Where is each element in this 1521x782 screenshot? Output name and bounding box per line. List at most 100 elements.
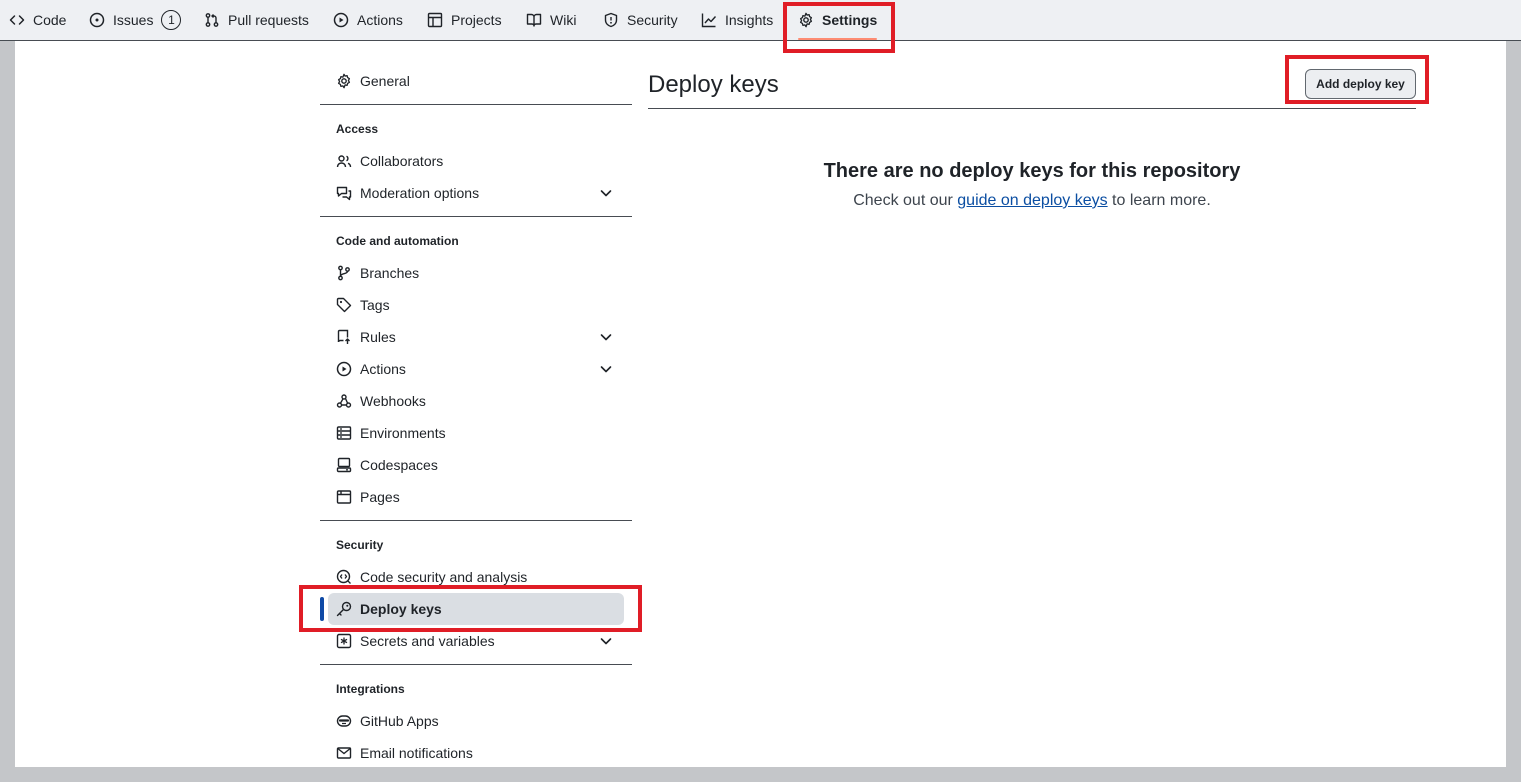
sidebar-item-code-security[interactable]: Code security and analysis — [328, 561, 624, 593]
sidebar-item-deploy-keys[interactable]: Deploy keys — [328, 593, 624, 625]
webhook-icon — [336, 394, 352, 408]
page-title: Deploy keys — [648, 71, 779, 98]
chevron-down-icon — [600, 638, 612, 645]
issue-opened-icon — [89, 12, 105, 28]
sidebar-divider — [320, 664, 632, 665]
deploy-keys-guide-link[interactable]: guide on deploy keys — [957, 192, 1107, 209]
browser-icon — [336, 490, 352, 504]
sidebar-item-label: Codespaces — [360, 457, 438, 473]
title-divider — [648, 108, 1416, 109]
sidebar-item-github-apps[interactable]: GitHub Apps — [328, 705, 624, 737]
sidebar-item-environments[interactable]: Environments — [328, 417, 624, 449]
tab-label: Security — [627, 12, 678, 28]
sidebar-heading-code-automation: Code and automation — [336, 234, 459, 248]
tab-label: Wiki — [550, 12, 577, 28]
key-icon — [336, 601, 352, 617]
tab-security[interactable]: Security — [603, 0, 678, 40]
tab-wiki[interactable]: Wiki — [526, 0, 576, 40]
tab-projects[interactable]: Projects — [427, 0, 502, 40]
git-branch-icon — [338, 265, 350, 281]
sidebar-item-label: Deploy keys — [360, 601, 442, 617]
sidebar-item-label: Moderation options — [360, 185, 480, 201]
code-icon — [9, 15, 25, 25]
tab-label: Projects — [451, 12, 502, 28]
blankslate-text: Check out our guide on deploy keys to le… — [648, 192, 1416, 210]
codespaces-icon — [336, 457, 352, 473]
book-icon — [526, 13, 542, 27]
sidebar-item-tags[interactable]: Tags — [328, 289, 624, 321]
sidebar-divider — [320, 216, 632, 217]
gear-icon — [337, 73, 351, 89]
sidebar-item-label: Environments — [360, 425, 446, 441]
sidebar-item-label: Collaborators — [360, 153, 444, 169]
sidebar-item-moderation-options[interactable]: Moderation options — [328, 177, 624, 209]
sidebar-item-webhooks[interactable]: Webhooks — [328, 385, 624, 417]
blankslate: There are no deploy keys for this reposi… — [648, 160, 1416, 210]
tab-label: Settings — [822, 12, 878, 28]
sidebar-item-email-notifications[interactable]: Email notifications — [328, 737, 624, 769]
gear-icon — [799, 12, 813, 28]
sidebar-item-label: Actions — [360, 361, 406, 377]
tab-label: Actions — [357, 12, 403, 28]
blankslate-text-before: Check out our — [853, 192, 958, 209]
table-icon — [427, 12, 443, 28]
sidebar-divider — [320, 520, 632, 521]
hubot-icon — [336, 715, 352, 727]
sidebar-item-rules[interactable]: Rules — [328, 321, 624, 353]
play-icon — [336, 361, 352, 377]
active-tab-underline — [798, 38, 878, 40]
sidebar-item-label: Email notifications — [360, 745, 473, 761]
tab-code[interactable]: Code — [9, 0, 66, 40]
graph-icon — [701, 13, 717, 28]
tab-settings[interactable]: Settings — [798, 0, 878, 40]
tab-issues[interactable]: Issues 1 — [89, 0, 182, 40]
sidebar-heading-security: Security — [336, 538, 384, 552]
sidebar-item-codespaces[interactable]: Codespaces — [328, 449, 624, 481]
sidebar-item-label: Code security and analysis — [360, 569, 528, 585]
sidebar-item-label: General — [360, 73, 410, 89]
sidebar-item-branches[interactable]: Branches — [328, 257, 624, 289]
page-frame — [15, 0, 1506, 767]
chevron-down-icon — [600, 190, 612, 197]
codescan-icon — [336, 569, 351, 584]
tab-pull-requests[interactable]: Pull requests — [204, 0, 309, 40]
sidebar-item-collaborators[interactable]: Collaborators — [328, 145, 624, 177]
issues-counter: 1 — [161, 10, 182, 30]
server-icon — [336, 426, 352, 440]
sidebar-item-label: Secrets and variables — [360, 633, 495, 649]
sidebar-item-secrets-variables[interactable]: Secrets and variables — [328, 625, 624, 657]
sidebar-heading-integrations: Integrations — [336, 682, 405, 696]
comment-discussion-icon — [336, 186, 352, 201]
sidebar-heading-access: Access — [336, 122, 379, 136]
tab-actions[interactable]: Actions — [333, 0, 403, 40]
tab-label: Issues — [113, 12, 154, 28]
blankslate-heading: There are no deploy keys for this reposi… — [823, 160, 1241, 182]
sidebar-item-label: Tags — [360, 297, 390, 313]
sidebar-item-label: Branches — [360, 265, 420, 281]
chevron-down-icon — [600, 334, 612, 341]
sidebar-divider — [320, 104, 632, 105]
sidebar-item-general[interactable]: General — [328, 65, 624, 97]
tab-label: Code — [33, 12, 67, 28]
key-asterisk-icon — [336, 633, 352, 649]
sidebar-item-label: Pages — [360, 489, 400, 505]
sidebar-item-label: Webhooks — [360, 393, 426, 409]
sidebar-item-label: GitHub Apps — [360, 713, 439, 729]
shield-icon — [604, 12, 618, 28]
sidebar-item-actions[interactable]: Actions — [328, 353, 624, 385]
tab-label: Pull requests — [228, 12, 309, 28]
repo-push-icon — [337, 329, 350, 344]
repo-nav: Code Issues 1 Pull requests Actions Proj… — [0, 0, 1521, 41]
people-icon — [336, 155, 352, 168]
mail-icon — [336, 747, 352, 759]
tab-label: Insights — [725, 12, 774, 28]
chevron-down-icon — [600, 366, 612, 373]
blankslate-text-after: to learn more. — [1107, 192, 1211, 209]
sidebar-item-label: Rules — [360, 329, 396, 345]
play-icon — [333, 12, 349, 28]
tab-insights[interactable]: Insights — [701, 0, 773, 40]
add-deploy-key-button[interactable]: Add deploy key — [1305, 69, 1416, 99]
git-pull-request-icon — [205, 13, 219, 27]
sidebar-item-pages[interactable]: Pages — [328, 481, 624, 513]
active-indicator — [320, 597, 324, 621]
